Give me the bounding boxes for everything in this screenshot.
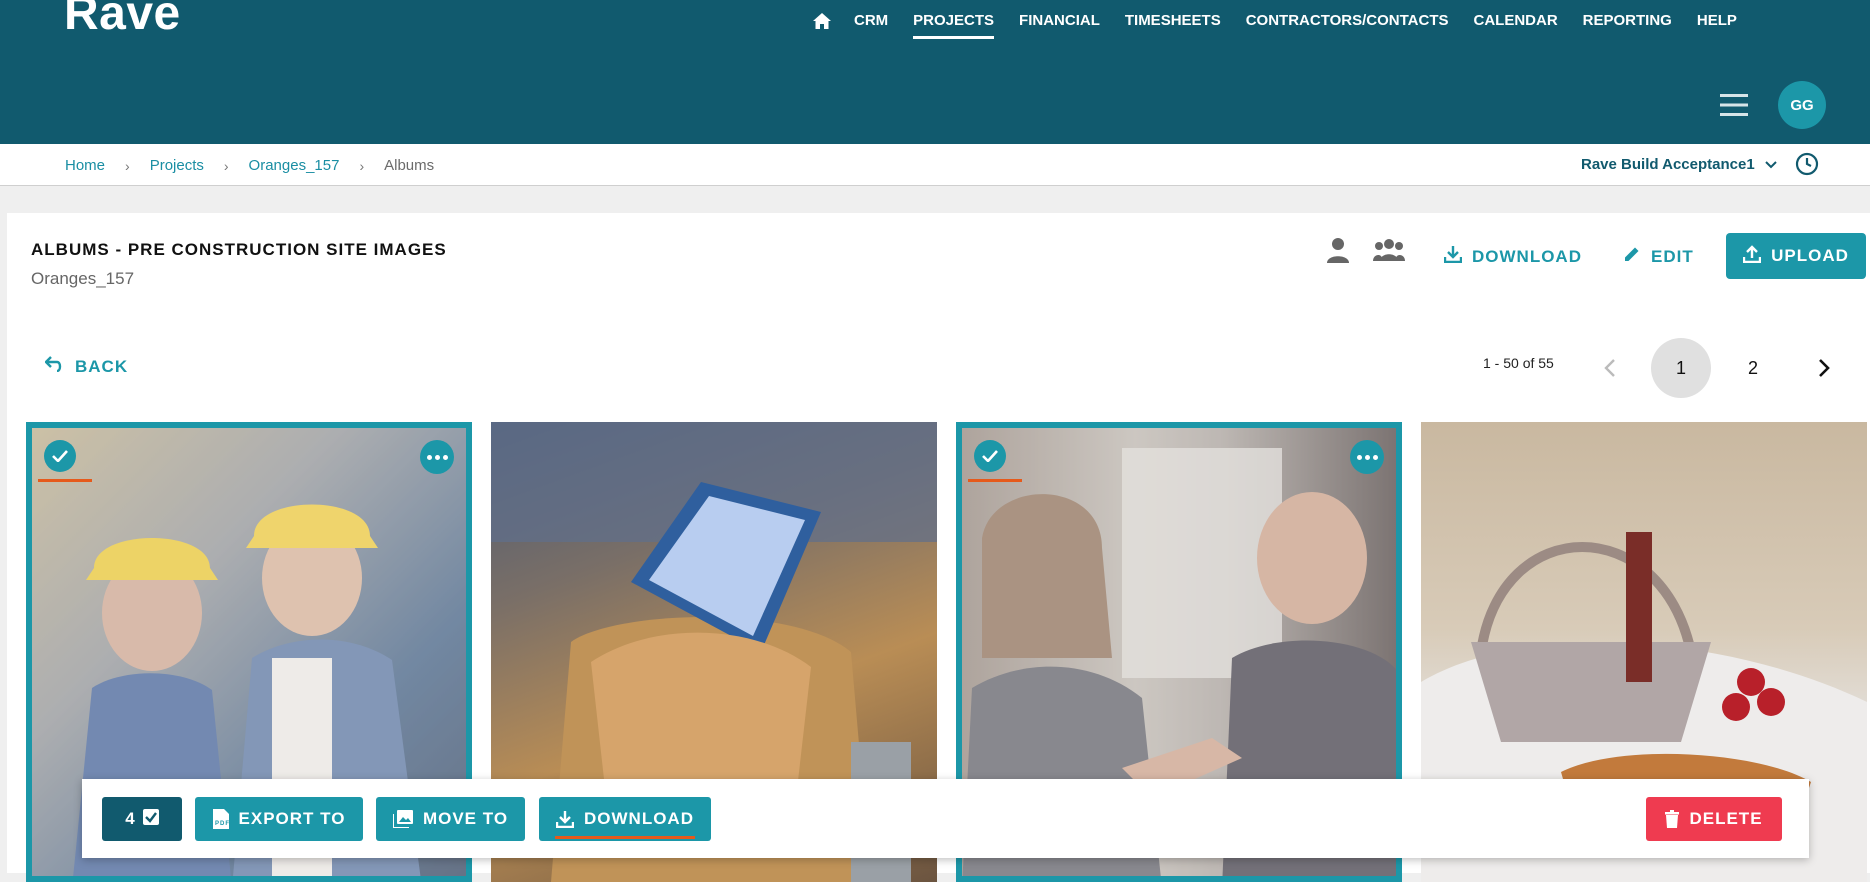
- upload-button[interactable]: UPLOAD: [1726, 233, 1866, 279]
- download-icon: [1443, 245, 1463, 268]
- breadcrumb-bar: Home › Projects › Oranges_157 › Albums R…: [0, 144, 1870, 186]
- focus-underline: [555, 836, 695, 839]
- focus-underline: [968, 479, 1022, 482]
- upload-icon: [1742, 244, 1762, 268]
- nav-item-timesheets[interactable]: TIMESHEETS: [1125, 12, 1221, 39]
- selected-count-button[interactable]: 4: [102, 797, 182, 841]
- users-group-icon[interactable]: [1373, 237, 1405, 268]
- nav-item-crm[interactable]: CRM: [854, 12, 888, 39]
- chevron-right-icon[interactable]: [1794, 338, 1854, 398]
- album-edit-button[interactable]: EDIT: [1623, 245, 1694, 268]
- breadcrumb-project[interactable]: Oranges_157: [249, 157, 340, 174]
- nav-item-help[interactable]: HELP: [1697, 12, 1737, 39]
- page-subtitle: Oranges_157: [31, 269, 135, 288]
- nav-item-calendar[interactable]: CALENDAR: [1474, 12, 1558, 39]
- nav-item-reporting[interactable]: REPORTING: [1583, 12, 1672, 39]
- hamburger-menu-icon[interactable]: [1720, 94, 1748, 121]
- export-to-label: EXPORT TO: [238, 809, 346, 828]
- main-nav: CRM PROJECTS FINANCIAL TIMESHEETS CONTRA…: [813, 12, 1762, 39]
- breadcrumb-home[interactable]: Home: [65, 157, 105, 174]
- chevron-left-icon[interactable]: [1580, 338, 1640, 398]
- page-button-2[interactable]: 2: [1723, 338, 1783, 398]
- edit-pencil-icon: [1623, 245, 1641, 268]
- chevron-down-icon: [1764, 156, 1777, 173]
- album-edit-label: EDIT: [1651, 246, 1694, 266]
- nav-item-projects[interactable]: PROJECTS: [913, 12, 995, 39]
- selected-count: 4: [125, 809, 135, 828]
- chevron-right-icon: ›: [223, 157, 229, 174]
- upload-label: UPLOAD: [1771, 246, 1849, 265]
- nav-item-financial[interactable]: FINANCIAL: [1019, 12, 1100, 39]
- photo-library-icon: [392, 810, 423, 828]
- selection-action-bar: 4 PDF EXPORT TO MOVE TO DOWNLOAD DELETE: [82, 779, 1809, 858]
- app-logo[interactable]: Rave: [64, 0, 181, 41]
- pdf-file-icon: PDF: [212, 809, 239, 829]
- chevron-right-icon: ›: [125, 157, 130, 174]
- svg-text:PDF: PDF: [215, 821, 229, 827]
- breadcrumb-albums: Albums: [384, 157, 435, 174]
- album-download-button[interactable]: DOWNLOAD: [1443, 245, 1582, 268]
- selected-check-icon[interactable]: [44, 440, 76, 472]
- back-button[interactable]: BACK: [44, 356, 129, 377]
- bulk-download-button[interactable]: DOWNLOAD: [539, 797, 711, 841]
- pagination-range: 1 - 50 of 55: [1483, 355, 1554, 371]
- delete-button[interactable]: DELETE: [1646, 797, 1782, 841]
- page-button-1[interactable]: 1: [1651, 338, 1711, 398]
- focus-underline: [38, 479, 92, 482]
- top-navigation-bar: Rave CRM PROJECTS FINANCIAL TIMESHEETS C…: [0, 0, 1870, 144]
- album-download-label: DOWNLOAD: [1472, 246, 1582, 266]
- back-label: BACK: [75, 356, 129, 376]
- bulk-download-label: DOWNLOAD: [584, 809, 694, 828]
- project-selector-label: Rave Build Acceptance1: [1581, 156, 1755, 173]
- back-arrow-icon: [44, 356, 63, 377]
- export-to-button[interactable]: PDF EXPORT TO: [195, 797, 363, 841]
- home-icon[interactable]: [813, 13, 831, 34]
- user-icon[interactable]: [1326, 237, 1350, 268]
- breadcrumb-projects[interactable]: Projects: [150, 157, 204, 174]
- move-to-button[interactable]: MOVE TO: [376, 797, 525, 841]
- more-options-icon[interactable]: [1350, 440, 1384, 474]
- chevron-right-icon: ›: [359, 157, 365, 174]
- move-to-label: MOVE TO: [422, 809, 509, 828]
- user-avatar[interactable]: GG: [1778, 81, 1826, 129]
- more-options-icon[interactable]: [420, 440, 454, 474]
- selected-check-icon[interactable]: [974, 440, 1006, 472]
- project-selector[interactable]: Rave Build Acceptance1: [1581, 156, 1777, 173]
- history-clock-icon[interactable]: [1795, 152, 1819, 181]
- download-icon: [556, 810, 584, 828]
- page-title: ALBUMS - PRE CONSTRUCTION SITE IMAGES: [31, 240, 447, 259]
- breadcrumb: Home › Projects › Oranges_157 › Albums: [65, 157, 434, 174]
- nav-item-contractors-contacts[interactable]: CONTRACTORS/CONTACTS: [1246, 12, 1449, 39]
- delete-label: DELETE: [1689, 809, 1763, 828]
- trash-icon: [1665, 810, 1689, 828]
- checkbox-checked-icon: [142, 808, 159, 830]
